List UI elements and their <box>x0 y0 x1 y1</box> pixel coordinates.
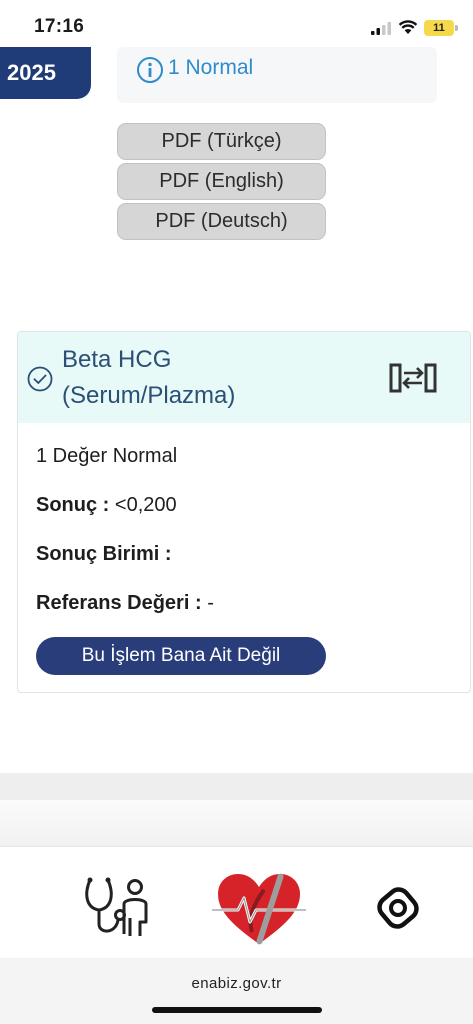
test-name-line2: (Serum/Plazma) <box>62 382 236 409</box>
battery-nub <box>455 25 458 31</box>
reference-value: - <box>207 592 214 614</box>
result-row: Sonuç : <0,200 <box>36 494 177 517</box>
compare-swap-icon[interactable] <box>389 361 439 395</box>
result-label: Sonuç : <box>36 494 110 516</box>
unit-label: Sonuç Birimi : <box>36 543 172 565</box>
normal-count: 1 Değer Normal <box>36 445 178 467</box>
test-name: Beta HCG (Serum/Plazma) <box>62 342 235 414</box>
test-name-line1: Beta HCG <box>62 346 172 373</box>
result-value: <0,200 <box>114 494 177 516</box>
summary-box <box>117 47 437 103</box>
pdf-english-button[interactable]: PDF (English) <box>117 163 326 200</box>
year-tab[interactable]: 2025 <box>0 47 91 99</box>
home-indicator[interactable] <box>152 1007 322 1013</box>
doctor-patient-icon[interactable] <box>82 876 154 940</box>
battery-level: 11 <box>433 22 445 34</box>
cellular-signal-icon <box>371 22 391 35</box>
lens-icon[interactable] <box>374 884 422 932</box>
url-bar[interactable]: enabiz.gov.tr <box>0 975 473 992</box>
summary-status: 1 Normal <box>168 56 254 79</box>
reference-row: Referans Değeri : - <box>36 592 214 615</box>
pdf-turkish-button[interactable]: PDF (Türkçe) <box>117 123 326 160</box>
status-time: 17:16 <box>34 16 85 37</box>
section-shadow <box>0 800 473 846</box>
heart-logo-icon[interactable] <box>212 870 306 948</box>
not-mine-button[interactable]: Bu İşlem Bana Ait Değil <box>36 637 326 675</box>
wifi-icon <box>398 20 418 34</box>
info-icon <box>137 57 163 83</box>
check-circle-icon <box>27 366 53 392</box>
unit-row: Sonuç Birimi : <box>36 543 172 566</box>
pdf-german-button[interactable]: PDF (Deutsch) <box>117 203 326 240</box>
reference-label: Referans Değeri : <box>36 592 202 614</box>
section-divider <box>0 773 473 800</box>
